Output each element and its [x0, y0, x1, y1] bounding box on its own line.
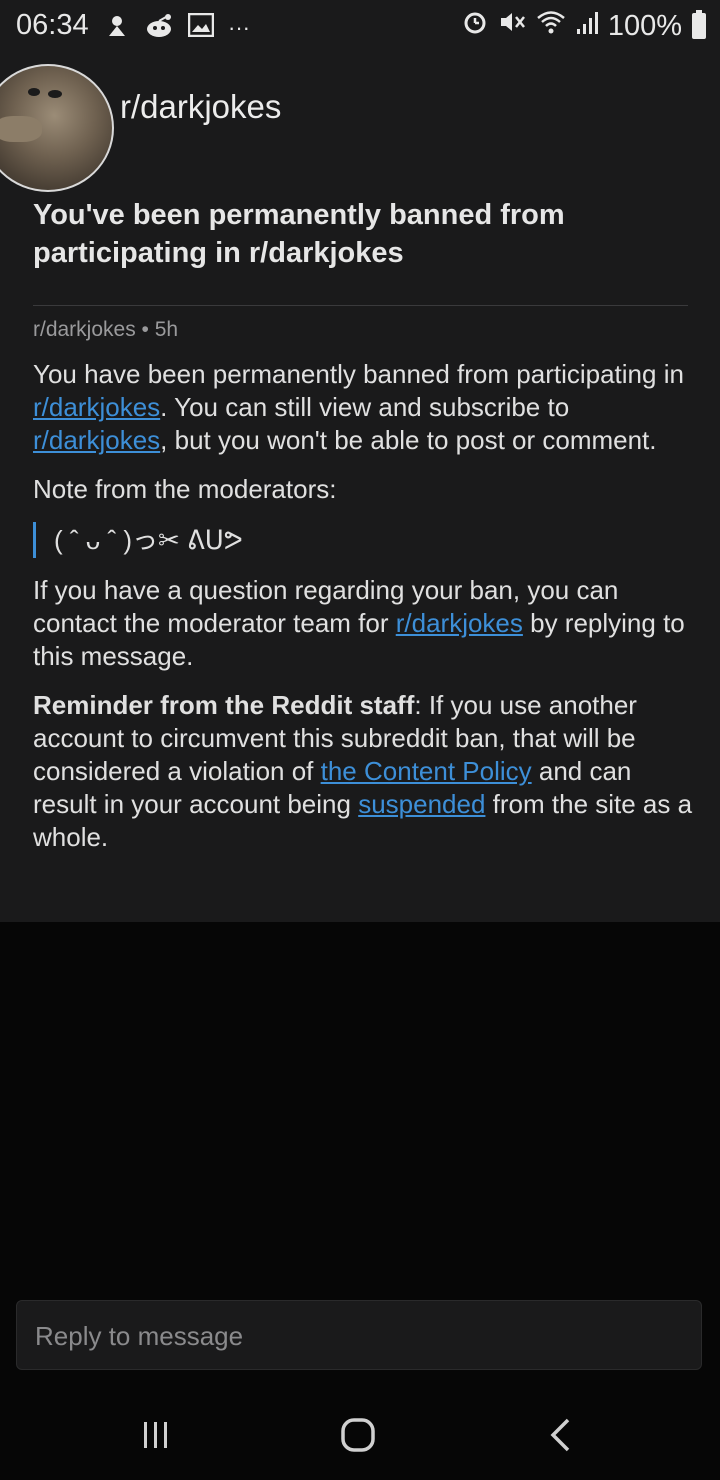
mute-icon — [498, 9, 526, 43]
paragraph-reminder: Reminder from the Reddit staff: If you u… — [33, 690, 693, 852]
subreddit-link[interactable]: r/darkjokes — [33, 392, 160, 422]
subreddit-name[interactable]: r/darkjokes — [120, 88, 281, 126]
status-bar: 06:34 ··· 100% — [0, 0, 720, 50]
paragraph-contact: If you have a question regarding your ba… — [33, 575, 685, 671]
message-body: You have been permanently banned from pa… — [33, 358, 693, 870]
message-subject: You've been permanently banned from part… — [33, 199, 565, 269]
back-button[interactable] — [530, 1410, 590, 1460]
more-icon: ··· — [228, 14, 250, 40]
alarm-icon — [462, 9, 488, 43]
subreddit-link[interactable]: r/darkjokes — [396, 608, 523, 638]
status-left-icons: ··· — [104, 12, 250, 43]
message-meta: r/darkjokes • 5h — [33, 318, 179, 341]
home-button[interactable] — [328, 1410, 388, 1460]
signal-icon — [576, 9, 598, 43]
battery-icon — [692, 10, 706, 39]
paragraph-ban-notice: You have been permanently banned from pa… — [33, 359, 684, 455]
status-right-icons: 100% — [462, 9, 706, 43]
recent-apps-button[interactable] — [126, 1410, 186, 1460]
wifi-icon — [536, 9, 566, 43]
reddit-icon — [144, 12, 174, 43]
note-label: Note from the moderators: — [33, 474, 337, 504]
home-icon — [341, 1418, 375, 1452]
navigation-bar — [0, 1390, 720, 1480]
notification-icon — [104, 12, 130, 43]
message-card: r/darkjokes You've been permanently bann… — [0, 50, 720, 922]
recent-apps-icon — [144, 1422, 167, 1448]
battery-percent: 100% — [607, 9, 682, 42]
back-icon — [550, 1418, 570, 1452]
content-policy-link[interactable]: the Content Policy — [321, 756, 532, 786]
divider — [33, 305, 688, 306]
subreddit-avatar[interactable] — [0, 64, 114, 192]
suspended-link[interactable]: suspended — [358, 789, 485, 819]
reply-input[interactable] — [33, 1301, 687, 1371]
moderator-note-quote: ( ˆ ᴗ ˆ )っ✂ ᕕᑌᕗ — [33, 522, 693, 558]
status-time: 06:34 — [16, 9, 89, 41]
subreddit-link[interactable]: r/darkjokes — [33, 425, 160, 455]
gallery-icon — [187, 12, 215, 42]
reply-box[interactable] — [16, 1300, 702, 1371]
